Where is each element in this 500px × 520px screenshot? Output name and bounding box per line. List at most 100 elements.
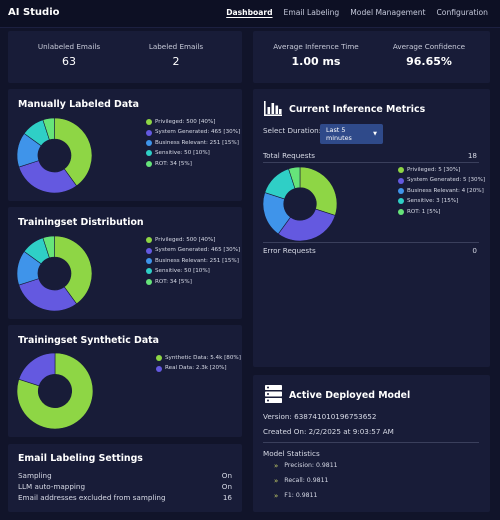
unlabeled-emails-label: Unlabeled Emails [37, 42, 101, 51]
nav-dashboard[interactable]: Dashboard [226, 8, 272, 17]
legend-item: Business Relevant: 251 [15%] [146, 256, 240, 266]
legend-label: Privileged: 5 [30%] [407, 167, 461, 173]
total-requests-value: 18 [467, 151, 477, 160]
email-stats-panel: Unlabeled Emails 63 Labeled Emails 2 [8, 31, 242, 83]
duration-select-value: Last 5 minutes [326, 126, 352, 142]
setting-llm-auto-mapping-label: LLM auto-mapping [18, 482, 86, 491]
legend-swatch [146, 160, 152, 167]
app-title: AI Studio [8, 7, 60, 18]
legend-label: System Generated: 465 [30%] [155, 247, 241, 254]
bar-chart-icon [264, 101, 282, 116]
legend-swatch [146, 129, 152, 136]
setting-excluded-addresses-label: Email addresses excluded from sampling [18, 493, 166, 502]
legend-label: ROT: 34 [5%] [155, 160, 192, 167]
inference-metrics-legend: Privileged: 5 [30%] System Generated: 5 … [398, 165, 485, 217]
legend-swatch [146, 140, 152, 147]
legend-label: ROT: 34 [5%] [155, 278, 192, 285]
panel-title: Email Labeling Settings [18, 453, 143, 464]
legend-swatch [146, 278, 152, 285]
legend-item: Privileged: 5 [30%] [398, 165, 485, 175]
legend-item: Sensitive: 50 [10%] [146, 148, 240, 158]
legend-item: Real Data: 2.3k [20%] [156, 363, 241, 373]
f1-stat: » F1: 0.9811 [274, 492, 318, 500]
legend-label: Sensitive: 50 [10%] [155, 150, 210, 157]
inference-metrics-donut-chart [262, 166, 338, 242]
trainingset-distribution-panel: Trainingset Distribution Privileged: 500… [8, 207, 242, 319]
nav-email-labeling[interactable]: Email Labeling [284, 8, 340, 17]
legend-swatch [146, 247, 152, 254]
legend-swatch [156, 355, 162, 362]
legend-label: Sensitive: 3 [15%] [407, 198, 459, 205]
legend-label: Privileged: 500 [40%] [155, 119, 216, 125]
legend-swatch [146, 150, 152, 157]
donut-slice-real-data [18, 352, 56, 387]
chevron-down-icon: ▼ [373, 131, 377, 137]
avg-inference-time-value: 1.00 ms [291, 55, 341, 68]
avg-confidence-label: Average Confidence [392, 42, 466, 51]
legend-item: Sensitive: 50 [10%] [146, 266, 240, 276]
setting-excluded-addresses-value: 16 [222, 493, 232, 502]
legend-item: Privileged: 500 [40%] [146, 117, 240, 127]
legend-item: System Generated: 465 [30%] [146, 245, 240, 255]
divider [263, 162, 479, 163]
legend-label: Synthetic Data: 5.4k [80%] [165, 355, 241, 361]
trainingset-distribution-legend: Privileged: 500 [40%] System Generated: … [146, 235, 240, 287]
model-statistics-title: Model Statistics [263, 449, 320, 458]
donut-slice-privileged [299, 166, 338, 216]
legend-label: System Generated: 465 [30%] [155, 129, 241, 136]
legend-label: Business Relevant: 251 [15%] [155, 257, 239, 264]
inference-stats-panel: Average Inference Time 1.00 ms Average C… [253, 31, 490, 83]
legend-item: ROT: 34 [5%] [146, 277, 240, 287]
model-version: Version: 638741010196753652 [263, 412, 377, 421]
manually-labeled-donut-chart [16, 117, 93, 194]
divider [263, 242, 479, 243]
panel-title: Manually Labeled Data [18, 99, 139, 110]
legend-item: System Generated: 465 [30%] [146, 127, 240, 137]
legend-item: ROT: 1 [5%] [398, 207, 485, 217]
legend-item: Business Relevant: 4 [20%] [398, 186, 485, 196]
precision-stat: » Precision: 0.9811 [274, 462, 338, 470]
top-bar: AI Studio Dashboard Email Labeling Model… [0, 0, 500, 28]
manually-labeled-panel: Manually Labeled Data Privileged: 500 [4… [8, 89, 242, 201]
divider [263, 442, 479, 443]
trainingset-synthetic-panel: Trainingset Synthetic Data Synthetic Dat… [8, 325, 242, 437]
legend-swatch [398, 188, 404, 195]
legend-swatch [398, 208, 404, 215]
panel-title: Active Deployed Model [289, 390, 411, 401]
legend-swatch [146, 119, 152, 126]
legend-label: ROT: 1 [5%] [407, 208, 441, 215]
nav-model-management[interactable]: Model Management [350, 8, 425, 17]
chevron-right-icon: » [274, 477, 279, 485]
legend-label: Business Relevant: 4 [20%] [407, 187, 484, 194]
recall-stat: » Recall: 0.9811 [274, 477, 328, 485]
trainingset-synthetic-donut-chart [16, 352, 94, 430]
legend-item: Synthetic Data: 5.4k [80%] [156, 353, 241, 363]
legend-item: ROT: 34 [5%] [146, 159, 240, 169]
inference-metrics-panel: Current Inference Metrics Select Duratio… [253, 89, 490, 367]
legend-item: Privileged: 500 [40%] [146, 235, 240, 245]
duration-select[interactable]: Last 5 minutes ▼ [320, 124, 383, 144]
legend-swatch [146, 258, 152, 265]
legend-label: Sensitive: 50 [10%] [155, 268, 210, 275]
legend-swatch [398, 198, 404, 205]
f1-value: F1: 0.9811 [284, 492, 318, 499]
nav-configuration[interactable]: Configuration [437, 8, 489, 17]
setting-sampling-value[interactable]: On [222, 471, 232, 480]
chevron-right-icon: » [274, 462, 279, 470]
model-created-on: Created On: 2/2/2025 at 9:03:57 AM [263, 427, 394, 436]
legend-swatch [156, 365, 162, 372]
email-labeling-settings-panel: Email Labeling Settings Sampling On LLM … [8, 444, 242, 512]
labeled-emails-label: Labeled Emails [148, 42, 204, 51]
legend-item: Business Relevant: 251 [15%] [146, 138, 240, 148]
avg-confidence-value: 96.65% [406, 55, 452, 68]
panel-title: Trainingset Synthetic Data [18, 335, 159, 346]
legend-label: Business Relevant: 251 [15%] [155, 139, 239, 146]
error-requests-label: Error Requests [263, 246, 316, 255]
active-model-panel: Active Deployed Model Version: 638741010… [253, 375, 490, 512]
trainingset-synthetic-legend: Synthetic Data: 5.4k [80%] Real Data: 2.… [156, 353, 241, 374]
precision-value: Precision: 0.9811 [284, 462, 338, 469]
setting-llm-auto-mapping-value[interactable]: On [222, 482, 232, 491]
legend-label: Privileged: 500 [40%] [155, 237, 216, 243]
recall-value: Recall: 0.9811 [284, 477, 329, 484]
select-duration-label: Select Duration: [263, 126, 322, 135]
